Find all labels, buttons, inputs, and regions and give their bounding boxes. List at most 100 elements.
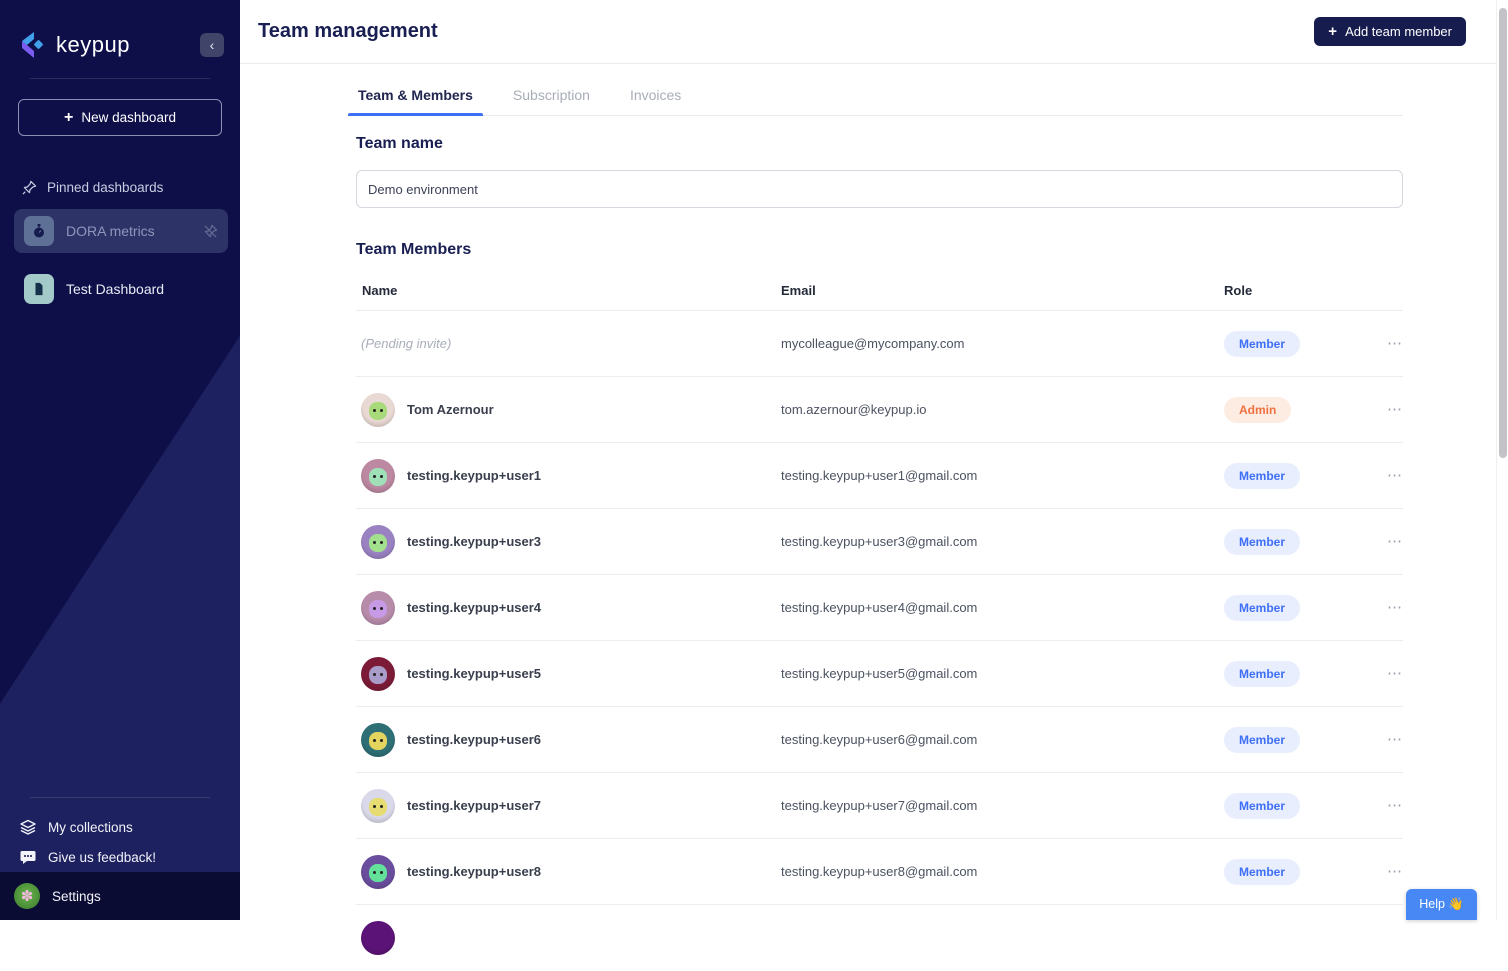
member-role-cell: Admin (1218, 397, 1367, 423)
tab-team-members[interactable]: Team & Members (356, 81, 475, 115)
row-actions-menu-button[interactable]: ⋯ (1387, 402, 1403, 417)
pin-icon (22, 180, 37, 195)
member-name: testing.keypup+user7 (407, 798, 541, 813)
team-name-heading: Team name (356, 135, 1403, 153)
table-row: testing.keypup+user3 testing.keypup+user… (356, 509, 1403, 575)
member-name-cell: testing.keypup+user6 (356, 723, 775, 757)
layers-icon (20, 819, 36, 835)
member-name: testing.keypup+user8 (407, 864, 541, 879)
member-name-cell: testing.keypup+user1 (356, 459, 775, 493)
sidebar-footer-divider (30, 797, 210, 798)
member-name: testing.keypup+user6 (407, 732, 541, 747)
member-email: testing.keypup+user6@gmail.com (775, 732, 1218, 747)
member-email: testing.keypup+user3@gmail.com (775, 534, 1218, 549)
brand-name: keypup (56, 32, 130, 58)
unpin-icon[interactable] (203, 224, 218, 239)
member-avatar (361, 723, 395, 757)
table-header-row: Name Email Role (356, 283, 1403, 311)
member-avatar (361, 591, 395, 625)
feedback-icon (20, 849, 36, 865)
table-row: testing.keypup+user1 testing.keypup+user… (356, 443, 1403, 509)
table-row: Tom Azernour tom.azernour@keypup.io Admi… (356, 377, 1403, 443)
help-button[interactable]: Help 👋 (1406, 889, 1477, 920)
keypup-logo-icon (18, 30, 48, 60)
member-email: testing.keypup+user5@gmail.com (775, 666, 1218, 681)
sidebar-item-label: Test Dashboard (66, 281, 164, 297)
add-team-member-button[interactable]: + Add team member (1314, 17, 1466, 46)
member-avatar (361, 525, 395, 559)
table-row: testing.keypup+user5 testing.keypup+user… (356, 641, 1403, 707)
table-row: testing.keypup+user6 testing.keypup+user… (356, 707, 1403, 773)
member-email: tom.azernour@keypup.io (775, 402, 1218, 417)
team-name-input[interactable] (356, 170, 1403, 208)
row-actions-menu-button[interactable]: ⋯ (1387, 600, 1403, 615)
row-actions-menu-button[interactable]: ⋯ (1387, 798, 1403, 813)
member-name-cell: testing.keypup+user8 (356, 855, 775, 889)
stopwatch-icon (24, 216, 54, 246)
chevron-left-icon: ‹ (210, 37, 215, 53)
footer-item-label: Give us feedback! (48, 850, 156, 865)
table-row: ⋯ (356, 905, 1403, 971)
topbar: Team management + Add team member (240, 0, 1508, 64)
sidebar-item-test-dashboard[interactable]: Test Dashboard (14, 267, 228, 311)
tab-bar: Team & Members Subscription Invoices (356, 64, 1403, 116)
row-actions-menu-button[interactable]: ⋯ (1387, 534, 1403, 549)
plus-icon: + (1328, 23, 1337, 40)
member-avatar (361, 921, 395, 955)
row-actions-menu-button[interactable]: ⋯ (1387, 468, 1403, 483)
table-row: testing.keypup+user8 testing.keypup+user… (356, 839, 1403, 905)
settings-label: Settings (52, 889, 101, 904)
sidebar-item-my-collections[interactable]: My collections (0, 812, 240, 842)
member-name: testing.keypup+user5 (407, 666, 541, 681)
user-avatar: ✽ (14, 883, 40, 909)
sidebar-collapse-button[interactable]: ‹ (200, 33, 224, 57)
sidebar-item-dora-metrics[interactable]: DORA metrics (14, 209, 228, 253)
member-name-cell: (Pending invite) (356, 336, 775, 351)
footer-item-label: My collections (48, 820, 133, 835)
table-row: (Pending invite) mycolleague@mycompany.c… (356, 311, 1403, 377)
team-members-table: Name Email Role (Pending invite) mycolle… (356, 283, 1403, 971)
member-avatar (361, 657, 395, 691)
team-members-heading: Team Members (356, 241, 1403, 259)
role-badge: Admin (1224, 397, 1291, 423)
role-badge: Member (1224, 661, 1300, 687)
tab-subscription[interactable]: Subscription (511, 81, 592, 115)
vertical-scrollbar (1496, 0, 1508, 920)
member-name-cell: testing.keypup+user7 (356, 789, 775, 823)
member-name: Tom Azernour (407, 402, 494, 417)
member-role-cell: Member (1218, 595, 1367, 621)
table-row: testing.keypup+user7 testing.keypup+user… (356, 773, 1403, 839)
document-icon (24, 274, 54, 304)
role-badge: Member (1224, 793, 1300, 819)
member-role-cell: Member (1218, 793, 1367, 819)
row-actions-menu-button[interactable]: ⋯ (1387, 864, 1403, 879)
scrollbar-thumb[interactable] (1499, 8, 1507, 458)
member-avatar (361, 789, 395, 823)
table-row: testing.keypup+user4 testing.keypup+user… (356, 575, 1403, 641)
main-area: Team management + Add team member Team &… (240, 0, 1508, 920)
sidebar: keypup ‹ + New dashboard Pinned dashboar… (0, 0, 240, 920)
row-actions-menu-button[interactable]: ⋯ (1387, 336, 1403, 351)
member-role-cell: Member (1218, 859, 1367, 885)
row-actions-menu-button[interactable]: ⋯ (1387, 732, 1403, 747)
member-email: testing.keypup+user1@gmail.com (775, 468, 1218, 483)
sidebar-item-feedback[interactable]: Give us feedback! (0, 842, 240, 872)
team-management-content: Team & Members Subscription Invoices Tea… (240, 64, 1508, 971)
new-dashboard-button[interactable]: + New dashboard (18, 99, 222, 136)
page-title: Team management (258, 20, 438, 43)
member-role-cell: Member (1218, 331, 1367, 357)
member-role-cell: Member (1218, 529, 1367, 555)
role-badge: Member (1224, 463, 1300, 489)
role-badge: Member (1224, 595, 1300, 621)
pinned-dashboards-label: Pinned dashboards (22, 180, 240, 195)
sidebar-item-label: DORA metrics (66, 223, 155, 239)
member-name-cell: testing.keypup+user3 (356, 525, 775, 559)
row-actions-menu-button[interactable]: ⋯ (1387, 666, 1403, 681)
member-email: testing.keypup+user4@gmail.com (775, 600, 1218, 615)
member-email: testing.keypup+user8@gmail.com (775, 864, 1218, 879)
member-name-cell: testing.keypup+user5 (356, 657, 775, 691)
sidebar-item-settings[interactable]: ✽ Settings (0, 872, 240, 920)
member-role-cell: Member (1218, 463, 1367, 489)
tab-invoices[interactable]: Invoices (628, 81, 683, 115)
member-avatar (361, 459, 395, 493)
